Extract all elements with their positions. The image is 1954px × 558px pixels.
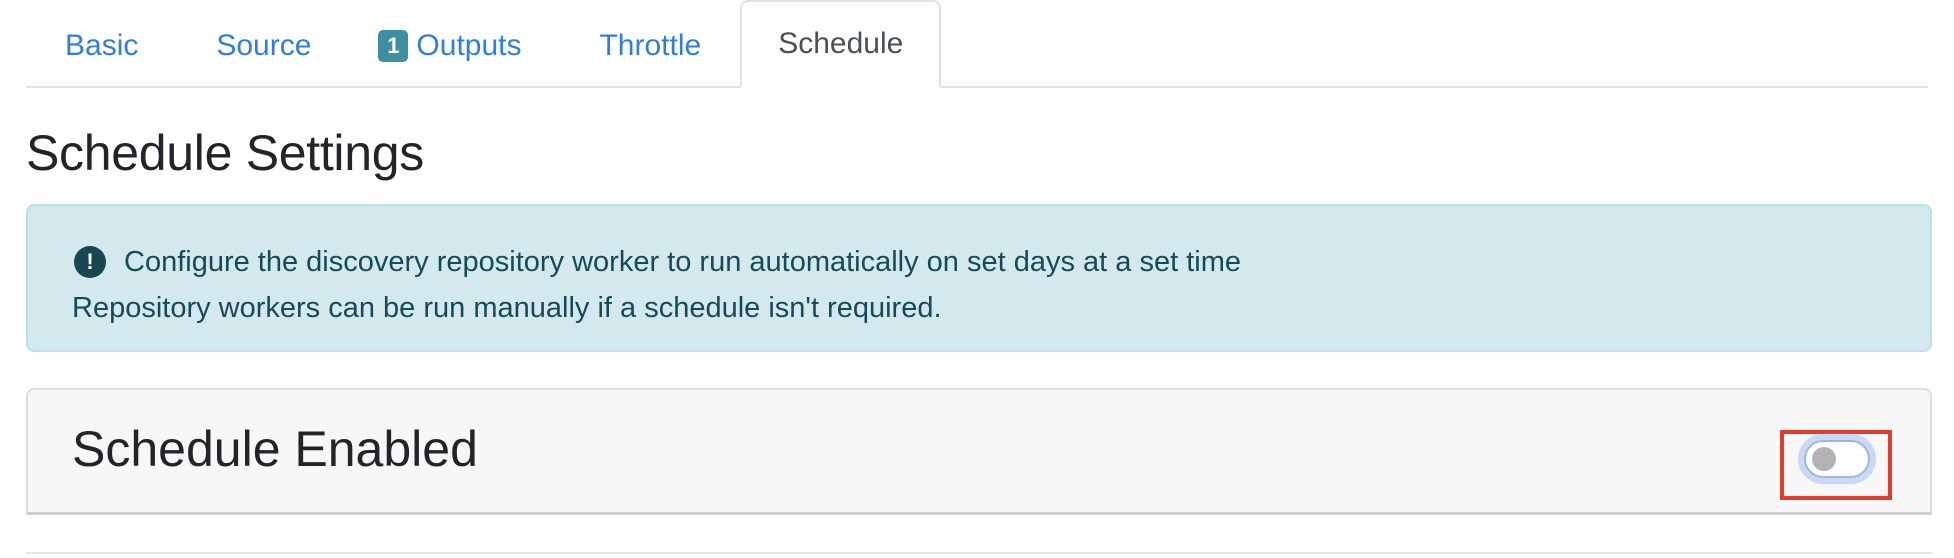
tab-schedule[interactable]: Schedule (740, 0, 942, 88)
info-exclamation-icon: ! (74, 246, 106, 278)
page-title: Schedule Settings (26, 125, 424, 181)
schedule-enabled-card: Schedule Enabled (26, 388, 1932, 515)
tab-basic[interactable]: Basic (26, 2, 177, 88)
info-alert: ! Configure the discovery repository wor… (26, 204, 1932, 352)
tab-outputs[interactable]: 1 Outputs (350, 2, 560, 88)
tab-source-label: Source (216, 29, 312, 62)
divider (26, 552, 1932, 554)
tab-basic-label: Basic (65, 29, 139, 62)
tab-throttle[interactable]: Throttle (560, 2, 740, 88)
alert-line-2: Repository workers can be run manually i… (72, 292, 942, 324)
tab-schedule-label: Schedule (778, 27, 904, 60)
schedule-enabled-title: Schedule Enabled (72, 421, 478, 477)
schedule-enabled-toggle[interactable] (1804, 440, 1870, 478)
toggle-knob (1812, 447, 1836, 471)
alert-line-1: ! Configure the discovery repository wor… (72, 239, 1930, 285)
tab-source[interactable]: Source (177, 2, 350, 88)
tab-outputs-label: Outputs (416, 29, 522, 62)
alert-message: Configure the discovery repository worke… (124, 246, 1242, 278)
outputs-count-badge: 1 (378, 30, 409, 62)
schedule-page: Basic Source 1 Outputs Throttle Schedule… (0, 0, 1954, 558)
tab-bar: Basic Source 1 Outputs Throttle Schedule (26, 0, 1928, 88)
tab-throttle-label: Throttle (599, 29, 702, 62)
